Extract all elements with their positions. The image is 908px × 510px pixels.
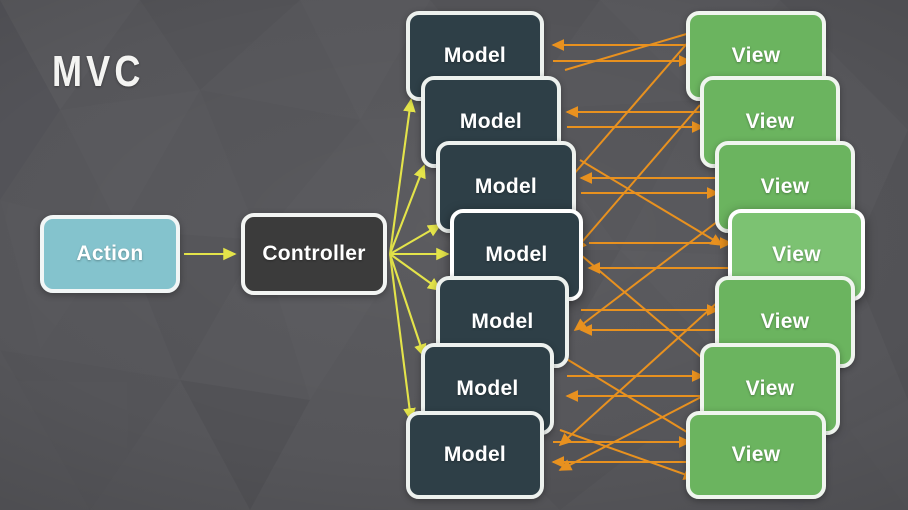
model-node-label: Model xyxy=(459,110,523,133)
controller-node-label: Controller xyxy=(262,242,366,265)
model-node-label: Model xyxy=(456,377,519,400)
view-node-label: View xyxy=(745,377,795,400)
view-node-label: View xyxy=(772,243,821,266)
controller-node[interactable]: Controller xyxy=(241,213,387,295)
view-node-label: View xyxy=(731,443,781,466)
view-node-7[interactable]: View xyxy=(686,411,826,499)
model-node-label: Model xyxy=(443,44,507,67)
view-node-label: View xyxy=(731,44,781,67)
model-node-label: Model xyxy=(471,310,534,333)
action-node-label: Action xyxy=(76,242,144,265)
model-node-label: Model xyxy=(485,243,548,266)
page-title: MVC xyxy=(52,47,145,96)
model-node-label: Model xyxy=(474,175,538,198)
mvc-diagram-canvas: MVC Action Controller Model Model Model Model… xyxy=(0,0,908,510)
model-node-7[interactable]: Model xyxy=(406,411,544,499)
model-node-label: Model xyxy=(443,443,507,466)
view-node-label: View xyxy=(745,110,795,133)
action-node[interactable]: Action xyxy=(40,215,180,293)
view-node-label: View xyxy=(760,310,810,333)
view-node-label: View xyxy=(760,175,810,198)
